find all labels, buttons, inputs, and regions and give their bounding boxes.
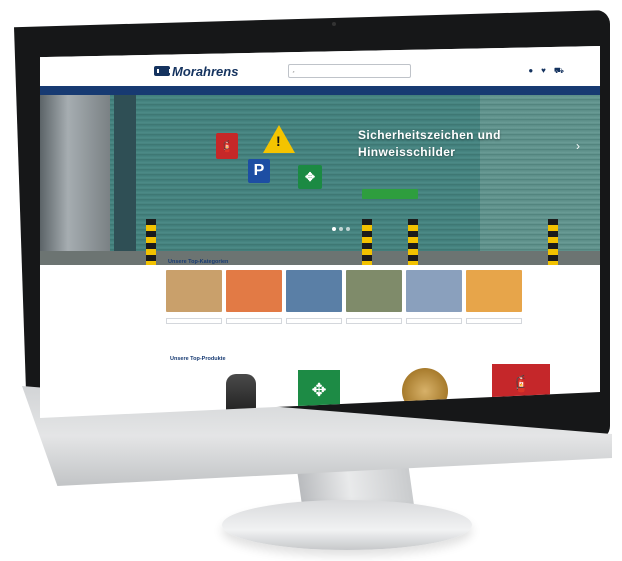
- category-label: [346, 318, 402, 324]
- assembly-point-sign-icon: ✥: [298, 165, 322, 189]
- category-image: [466, 270, 522, 312]
- category-card[interactable]: [166, 270, 222, 324]
- monitor: Morahrens ⌕ ● ♥ ⛟ 🧯 ! P ✥ Sicherheitszei…: [14, 10, 614, 486]
- category-image: [166, 270, 222, 312]
- hero-door-frame: [40, 95, 110, 265]
- carousel-dots: [332, 227, 350, 231]
- bollard-icon: [146, 219, 156, 265]
- monitor-stand-base: [222, 500, 472, 550]
- hero-door-right: [480, 95, 600, 265]
- logo[interactable]: Morahrens: [154, 64, 238, 79]
- category-label: [286, 318, 342, 324]
- category-card[interactable]: [286, 270, 342, 324]
- search-input[interactable]: ⌕: [288, 64, 412, 78]
- hero-title-line: Hinweisschilder: [358, 145, 456, 159]
- category-card[interactable]: [406, 270, 462, 324]
- search-icon: ⌕: [292, 68, 295, 74]
- category-card[interactable]: [466, 270, 522, 324]
- products-title: Unsere Top-Produkte: [170, 356, 226, 362]
- user-icon[interactable]: ●: [528, 66, 533, 76]
- chevron-right-icon[interactable]: ›: [576, 139, 580, 153]
- carousel-dot[interactable]: [339, 227, 343, 231]
- warning-sign-icon: !: [263, 125, 295, 153]
- camera-icon: [332, 22, 336, 26]
- header-icons: ● ♥ ⛟: [528, 66, 564, 76]
- hero-title: Sicherheitszeichen und Hinweisschilder: [358, 127, 528, 161]
- hero-title-line: Sicherheitszeichen und: [358, 128, 501, 142]
- cart-icon[interactable]: ⛟: [554, 66, 564, 76]
- hero-banner: 🧯 ! P ✥ Sicherheitszeichen und Hinweissc…: [40, 95, 600, 265]
- screen: Morahrens ⌕ ● ♥ ⛟ 🧯 ! P ✥ Sicherheitszei…: [40, 46, 600, 418]
- logo-mark-icon: [154, 66, 171, 76]
- category-label: [166, 318, 222, 324]
- category-list: [166, 270, 522, 324]
- product-assembly-sign-image[interactable]: ✥: [298, 370, 340, 410]
- category-card[interactable]: [346, 270, 402, 324]
- category-label: [406, 318, 462, 324]
- carousel-dot[interactable]: [346, 227, 350, 231]
- hero-door-frame-inner: [114, 95, 136, 265]
- parking-sign-icon: P: [248, 159, 270, 183]
- category-image: [406, 270, 462, 312]
- category-label: [226, 318, 282, 324]
- categories-title: Unsere Top-Kategorien: [168, 259, 229, 265]
- category-label: [466, 318, 522, 324]
- bollard-icon: [362, 219, 372, 265]
- category-image: [226, 270, 282, 312]
- site-header: Morahrens ⌕ ● ♥ ⛟: [40, 56, 600, 86]
- fire-extinguisher-sign-icon: 🧯: [216, 133, 238, 159]
- bollard-icon: [408, 219, 418, 265]
- category-card[interactable]: [226, 270, 282, 324]
- hero-cta-button[interactable]: [362, 189, 418, 199]
- carousel-dot[interactable]: [332, 227, 336, 231]
- heart-icon[interactable]: ♥: [541, 66, 546, 76]
- hero-floor: [40, 251, 600, 265]
- main-nav: [40, 86, 600, 95]
- logo-text: Morahrens: [172, 63, 239, 79]
- category-image: [286, 270, 342, 312]
- category-image: [346, 270, 402, 312]
- bollard-icon: [548, 219, 558, 265]
